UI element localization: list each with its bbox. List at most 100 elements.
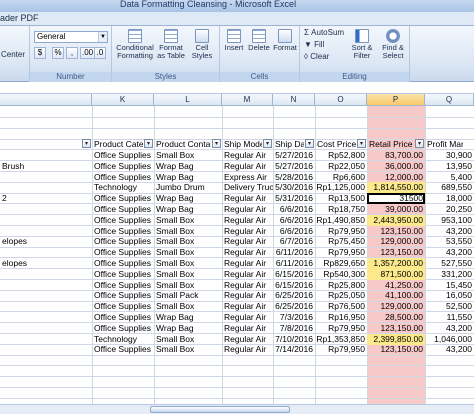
column-header-p[interactable]: P (367, 94, 425, 106)
filter-dropdown-icon[interactable]: ▾ (212, 139, 221, 148)
formula-bar[interactable] (0, 82, 474, 94)
filter-dropdown-icon[interactable]: ▾ (263, 139, 272, 148)
table-cell[interactable]: Regular Air (222, 236, 273, 247)
table-cell[interactable]: 2 (0, 193, 92, 204)
table-cell[interactable]: 5/27/2016 (273, 161, 315, 172)
table-cell[interactable]: 6/7/2016 (273, 236, 315, 247)
column-header-l[interactable]: L (154, 94, 222, 106)
table-cell[interactable]: Rp1,490,850 (315, 215, 367, 226)
table-cell[interactable]: Office Supplies (92, 312, 154, 323)
table-cell[interactable]: 13,950 (425, 161, 474, 172)
table-cell[interactable] (0, 247, 92, 258)
table-cell[interactable]: 129,000.00 (367, 301, 425, 312)
table-cell[interactable]: Office Supplies (92, 290, 154, 301)
table-cell[interactable]: Rp52,800 (315, 150, 367, 161)
table-cell[interactable]: Small Box (154, 150, 222, 161)
table-cell[interactable]: Small Box (154, 344, 222, 355)
format-as-table-button[interactable]: Format as Table (156, 29, 186, 60)
merge-center-button[interactable]: Center (1, 50, 25, 59)
table-cell[interactable]: 5/27/2016 (273, 150, 315, 161)
table-cell[interactable]: Regular Air (222, 269, 273, 280)
table-cell[interactable] (0, 269, 92, 280)
table-cell[interactable]: Rp79,950 (315, 323, 367, 334)
table-cell[interactable]: Small Pack (154, 290, 222, 301)
table-cell[interactable]: Technology (92, 182, 154, 193)
table-cell[interactable]: Office Supplies (92, 269, 154, 280)
filter-dropdown-icon[interactable]: ▾ (357, 139, 366, 148)
table-cell[interactable]: 83,700.00 (367, 150, 425, 161)
table-cell[interactable]: Office Supplies (92, 344, 154, 355)
table-cell[interactable]: Office Supplies (92, 161, 154, 172)
currency-button[interactable]: $ (34, 47, 46, 59)
percent-button[interactable]: % (52, 47, 64, 59)
table-cell[interactable]: Small Box (154, 258, 222, 269)
table-cell[interactable]: Rp25,050 (315, 290, 367, 301)
table-cell[interactable]: 129,000.00 (367, 236, 425, 247)
header-cell[interactable]: Profit Mar (425, 138, 463, 150)
header-cell[interactable]: Cost Price (315, 138, 356, 150)
column-header-n[interactable]: N (273, 94, 315, 106)
table-cell[interactable]: Wrap Bag (154, 193, 222, 204)
table-cell[interactable]: Regular Air (222, 150, 273, 161)
table-cell[interactable]: Regular Air (222, 301, 273, 312)
header-cell[interactable]: Product Contai (154, 138, 211, 150)
table-cell[interactable]: 39,000.00 (367, 204, 425, 215)
table-cell[interactable] (0, 182, 92, 193)
table-cell[interactable]: Regular Air (222, 204, 273, 215)
table-cell[interactable]: Regular Air (222, 312, 273, 323)
table-cell[interactable]: elopes (0, 236, 92, 247)
table-cell[interactable]: Rp829,650 (315, 258, 367, 269)
chevron-down-icon[interactable]: ▼ (98, 32, 107, 42)
table-cell[interactable]: 123,150.00 (367, 344, 425, 355)
table-cell[interactable]: 31500 (367, 193, 425, 204)
table-cell[interactable]: 1,357,200.00 (367, 258, 425, 269)
table-cell[interactable] (0, 323, 92, 334)
table-cell[interactable]: Rp16,950 (315, 312, 367, 323)
table-cell[interactable]: Rp76,500 (315, 301, 367, 312)
table-cell[interactable]: Regular Air (222, 215, 273, 226)
table-cell[interactable]: 123,150.00 (367, 247, 425, 258)
table-cell[interactable]: Wrap Bag (154, 312, 222, 323)
table-cell[interactable]: 43,200 (425, 247, 474, 258)
table-cell[interactable]: Delivery Truck (222, 182, 273, 193)
table-cell[interactable]: 6/25/2016 (273, 301, 315, 312)
table-cell[interactable]: 7/3/2016 (273, 312, 315, 323)
filter-dropdown-icon[interactable]: ▾ (82, 139, 91, 148)
table-cell[interactable]: Small Box (154, 301, 222, 312)
column-header-k[interactable]: K (92, 94, 154, 106)
table-cell[interactable]: 36,000.00 (367, 161, 425, 172)
table-cell[interactable]: 11,550 (425, 312, 474, 323)
tab-partial[interactable]: ader PDF (0, 13, 39, 23)
conditional-formatting-button[interactable]: Conditional Formatting (116, 29, 154, 60)
header-cell[interactable]: Ship Mode (222, 138, 262, 150)
table-cell[interactable]: Rp79,950 (315, 344, 367, 355)
table-cell[interactable]: Rp22,050 (315, 161, 367, 172)
table-cell[interactable]: Brush (0, 161, 92, 172)
table-cell[interactable]: Wrap Bag (154, 161, 222, 172)
table-cell[interactable]: 6/6/2016 (273, 204, 315, 215)
filter-dropdown-icon[interactable]: ▾ (305, 139, 314, 148)
table-cell[interactable]: 18,000 (425, 193, 474, 204)
table-cell[interactable] (0, 290, 92, 301)
filter-dropdown-icon[interactable]: ▾ (144, 139, 153, 148)
table-cell[interactable]: Regular Air (222, 247, 273, 258)
table-cell[interactable]: Office Supplies (92, 323, 154, 334)
table-cell[interactable]: 871,500.00 (367, 269, 425, 280)
table-cell[interactable]: Rp18,750 (315, 204, 367, 215)
table-cell[interactable]: Rp540,300 (315, 269, 367, 280)
table-cell[interactable]: 6/6/2016 (273, 215, 315, 226)
table-cell[interactable]: Office Supplies (92, 258, 154, 269)
table-cell[interactable]: 527,550 (425, 258, 474, 269)
column-header-q[interactable]: Q (425, 94, 474, 106)
table-cell[interactable]: Office Supplies (92, 215, 154, 226)
table-cell[interactable]: 331,200 (425, 269, 474, 280)
table-cell[interactable]: Office Supplies (92, 247, 154, 258)
horizontal-scrollbar[interactable] (0, 404, 474, 414)
insert-button[interactable]: Insert (222, 29, 246, 52)
table-cell[interactable]: Rp1,125,000 (315, 182, 367, 193)
table-cell[interactable]: 5/30/2016 (273, 182, 315, 193)
table-cell[interactable]: 43,200 (425, 344, 474, 355)
table-cell[interactable]: 41,100.00 (367, 290, 425, 301)
table-cell[interactable]: 953,100 (425, 215, 474, 226)
format-button[interactable]: Format (272, 29, 298, 52)
